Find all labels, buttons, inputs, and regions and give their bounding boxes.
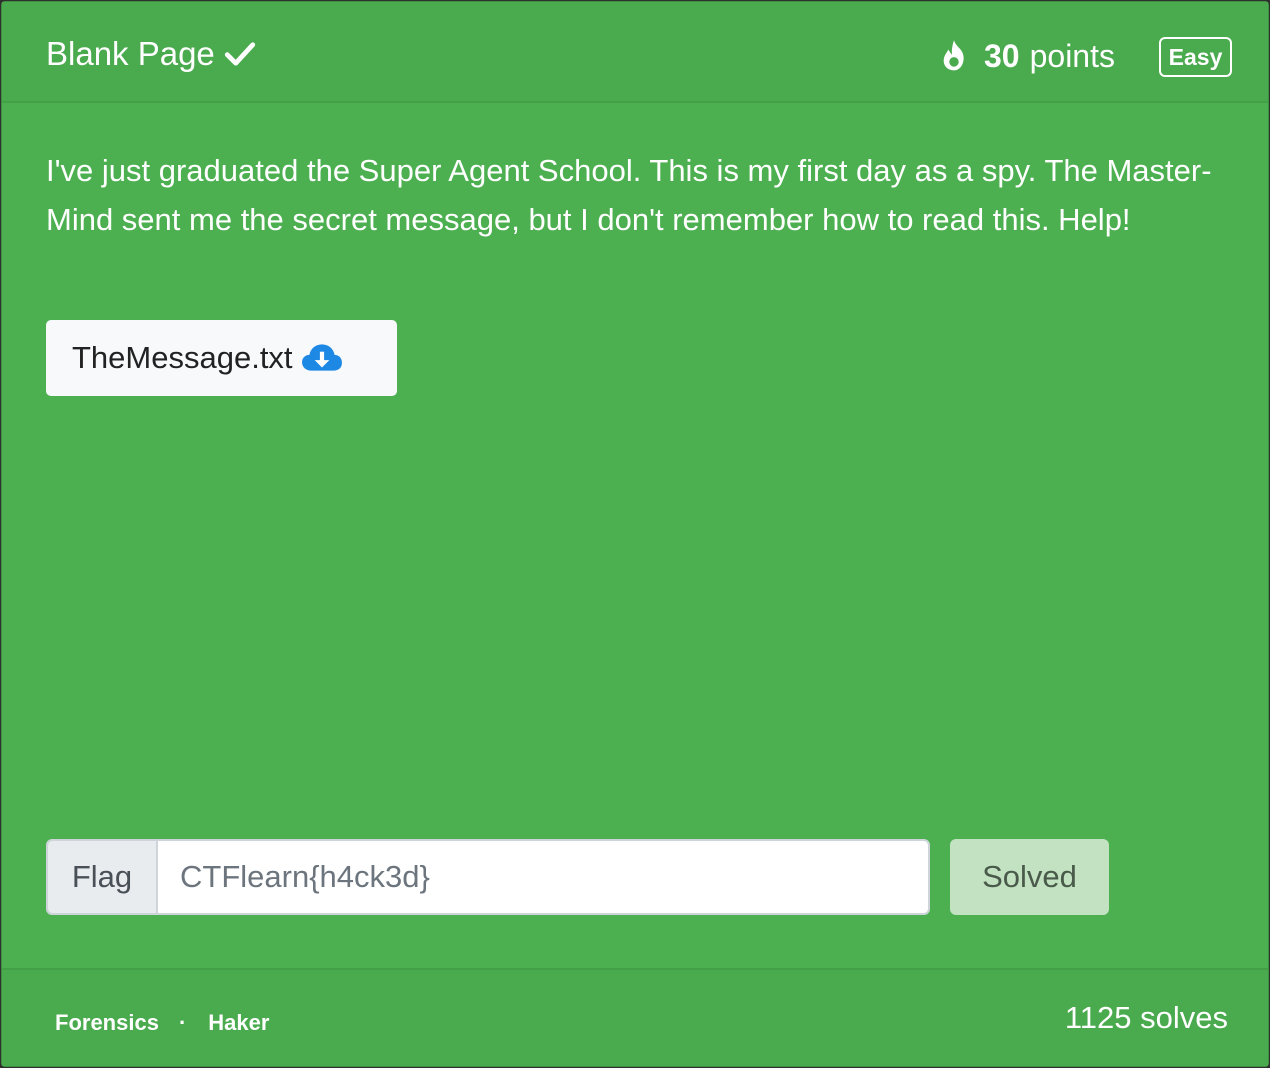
challenge-description: I've just graduated the Super Agent Scho… <box>46 153 1212 237</box>
challenge-title: Blank Page <box>46 32 257 76</box>
fire-icon <box>943 40 964 71</box>
check-icon <box>224 42 255 66</box>
card-header: Blank Page 30 points Easy <box>2 2 1268 103</box>
category-link[interactable]: Forensics <box>55 1010 159 1036</box>
flag-input-group: Flag <box>46 839 930 915</box>
points-value: 30 <box>984 38 1020 74</box>
solved-button[interactable]: Solved <box>950 839 1109 915</box>
points-display: 30 points <box>938 34 1115 78</box>
cloud-download-icon <box>301 344 342 371</box>
tag-separator: · <box>178 1010 187 1035</box>
download-file-label: TheMessage.txt <box>72 340 293 375</box>
card-footer: Forensics · Haker 1125 solves <box>2 968 1268 1066</box>
author-link[interactable]: Haker <box>208 1010 269 1036</box>
solves-count: 1125 solves <box>1064 1000 1228 1035</box>
points-label: points <box>1029 38 1115 74</box>
download-file-button[interactable]: TheMessage.txt <box>46 320 397 396</box>
flag-input[interactable] <box>158 841 928 913</box>
challenge-tags: Forensics · Haker <box>55 1010 269 1036</box>
flag-prefix-label: Flag <box>48 841 158 913</box>
challenge-card: Blank Page 30 points Easy I've just grad… <box>1 1 1269 1067</box>
difficulty-badge: Easy <box>1159 37 1232 77</box>
challenge-title-text: Blank Page <box>46 35 215 72</box>
